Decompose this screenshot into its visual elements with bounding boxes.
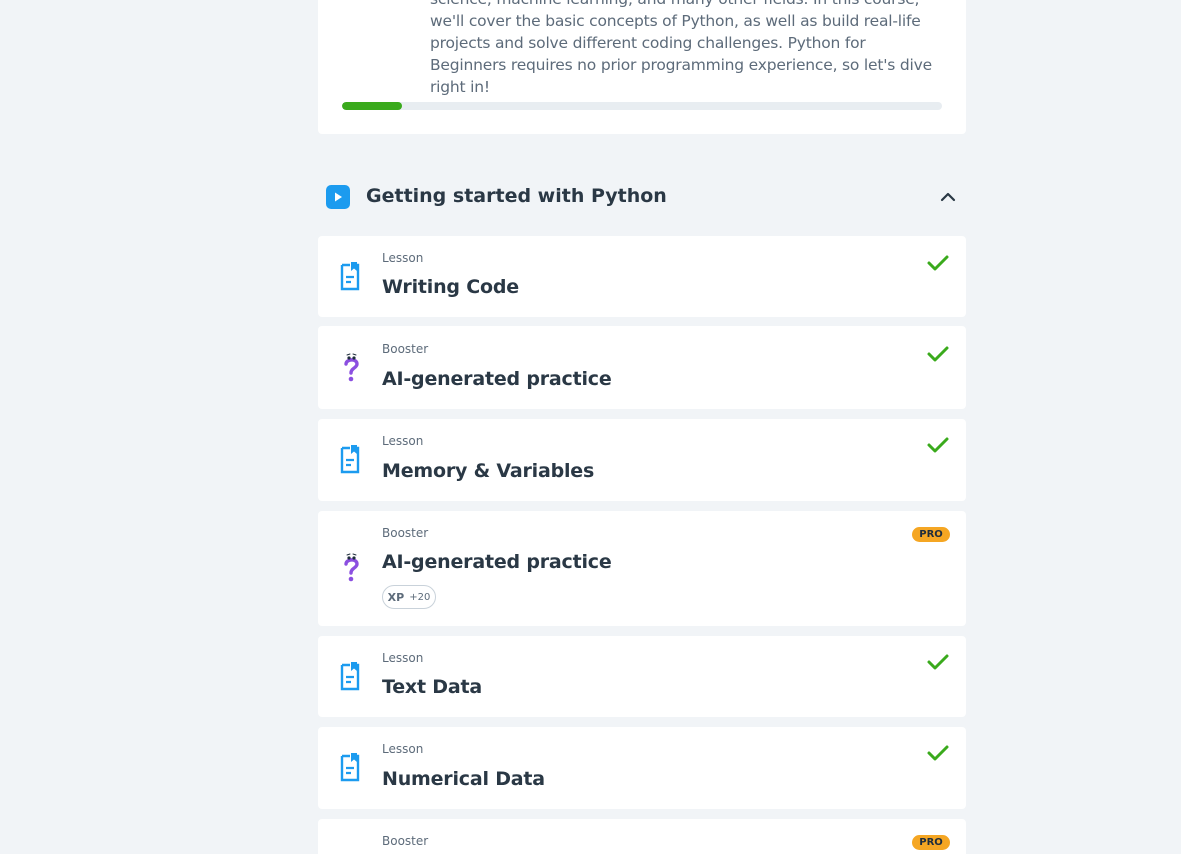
- pro-badge: PRO: [912, 527, 950, 542]
- booster-card[interactable]: Booster AI-generated practice PRO XP +20: [318, 511, 966, 626]
- completed-check-icon: [927, 654, 949, 670]
- course-description: science, machine learning, and many othe…: [430, 0, 932, 96]
- item-type-label: Lesson: [382, 434, 424, 448]
- item-title: Memory & Variables: [382, 460, 595, 482]
- xp-reward-badge: XP +20: [382, 585, 436, 609]
- item-type-label: Booster: [382, 526, 429, 540]
- lesson-card[interactable]: Lesson Writing Code: [318, 236, 966, 317]
- item-title: AI-generated practice: [382, 551, 612, 573]
- item-title: Writing Code: [382, 276, 519, 298]
- section-header[interactable]: Getting started with Python: [318, 178, 966, 216]
- course-progress-bar: [342, 102, 942, 110]
- lesson-card[interactable]: Lesson Text Data: [318, 636, 966, 717]
- completed-check-icon: [927, 346, 949, 362]
- xp-label: XP: [387, 590, 405, 604]
- play-icon: [326, 185, 350, 209]
- booster-question-icon: [344, 553, 359, 582]
- section-title: Getting started with Python: [366, 185, 667, 207]
- course-page: science, machine learning, and many othe…: [0, 0, 1181, 854]
- lesson-card[interactable]: Lesson Memory & Variables: [318, 419, 966, 501]
- item-type-label: Lesson: [382, 251, 424, 265]
- booster-card[interactable]: Booster AI-generated practice: [318, 326, 966, 409]
- item-title: Text Data: [382, 676, 482, 698]
- booster-question-icon: [344, 353, 359, 382]
- chevron-up-icon[interactable]: [938, 187, 958, 207]
- lesson-document-icon: [340, 662, 360, 691]
- pro-badge: PRO: [912, 835, 950, 850]
- course-intro-card: science, machine learning, and many othe…: [318, 0, 966, 134]
- course-progress-fill: [342, 102, 402, 110]
- item-type-label: Lesson: [382, 651, 424, 665]
- booster-card[interactable]: Booster PRO: [318, 819, 966, 854]
- completed-check-icon: [927, 437, 949, 453]
- lesson-document-icon: [340, 262, 360, 291]
- completed-check-icon: [927, 745, 949, 761]
- item-type-label: Booster: [382, 834, 429, 848]
- completed-check-icon: [927, 255, 949, 271]
- lesson-document-icon: [340, 445, 360, 474]
- lesson-document-icon: [340, 753, 360, 782]
- item-title: AI-generated practice: [382, 368, 612, 390]
- item-type-label: Booster: [382, 342, 429, 356]
- lesson-card[interactable]: Lesson Numerical Data: [318, 727, 966, 809]
- xp-value: +20: [409, 591, 431, 603]
- item-title: Numerical Data: [382, 768, 545, 790]
- item-type-label: Lesson: [382, 742, 424, 756]
